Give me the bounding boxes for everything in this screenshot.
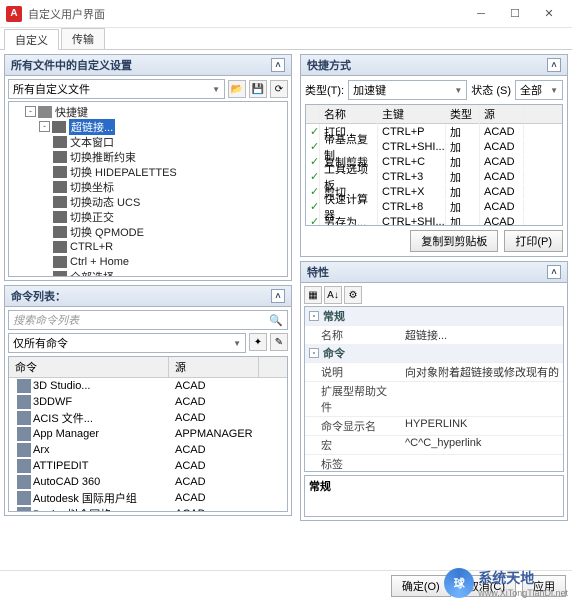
shortcut-tree[interactable]: -快捷键 -超链接... 文本窗口 切换推断约束 切换 HIDEPALETTES…	[8, 101, 288, 277]
key-icon	[53, 256, 67, 268]
panel-title: 所有文件中的自定义设置	[11, 57, 132, 73]
cmd-icon	[17, 491, 31, 505]
command-search-input[interactable]: 搜索命令列表🔍	[8, 310, 288, 330]
key-icon	[53, 271, 67, 278]
type-label: 类型(T):	[305, 82, 344, 98]
check-icon: ✓	[306, 199, 320, 214]
check-icon: ✓	[306, 124, 320, 139]
window-title: 自定义用户界面	[28, 6, 464, 22]
cmd-icon	[17, 395, 31, 409]
expand-icon[interactable]: -	[309, 311, 319, 321]
status-dropdown[interactable]: 全部▼	[515, 80, 563, 100]
key-icon	[53, 181, 67, 193]
table-row: ✓另存为...CTRL+SHI...加ACAD	[306, 214, 562, 226]
tree-item-hyperlink[interactable]: 超链接...	[69, 119, 115, 135]
col-name[interactable]: 名称	[320, 105, 378, 123]
refresh-icon[interactable]: ⟳	[270, 80, 288, 98]
cmd-icon	[17, 443, 31, 457]
edit-command-icon[interactable]: ✎	[270, 333, 288, 351]
cmd-icon	[17, 379, 31, 393]
folder-icon	[38, 106, 52, 118]
prop-tool-icon[interactable]: ⚙	[344, 286, 362, 304]
type-dropdown[interactable]: 加速键▼	[348, 80, 467, 100]
tab-bar: 自定义 传输	[0, 28, 572, 50]
check-icon: ✓	[306, 139, 320, 154]
list-item: Autodesk 国际用户组ACAD	[9, 490, 287, 506]
check-icon: ✓	[306, 154, 320, 169]
ok-button[interactable]: 确定(O)	[391, 575, 451, 597]
close-button[interactable]: ✕	[532, 3, 566, 25]
col-type[interactable]: 类型	[446, 105, 480, 123]
list-item: ArxACAD	[9, 442, 287, 458]
collapse-icon[interactable]: ˄	[547, 265, 561, 279]
col-source[interactable]: 源	[169, 357, 259, 377]
panel-title: 特性	[307, 264, 329, 280]
cmd-icon	[17, 411, 31, 425]
panel-command-list: 命令列表： ˄ 搜索命令列表🔍 仅所有命令▼ ✦ ✎ 命令源 3D Studio.…	[4, 285, 292, 516]
copy-to-clipboard-button[interactable]: 复制到剪贴板	[410, 230, 498, 252]
list-item: ACIS 文件...ACAD	[9, 410, 287, 426]
keyboard-icon	[52, 121, 66, 133]
col-command[interactable]: 命令	[9, 357, 169, 377]
key-icon	[53, 241, 67, 253]
search-icon: 🔍	[269, 314, 283, 327]
tab-transfer[interactable]: 传输	[61, 28, 105, 49]
save-file-icon[interactable]: 💾	[249, 80, 267, 98]
check-icon: ✓	[306, 169, 320, 184]
minimize-button[interactable]: ─	[464, 3, 498, 25]
sort-az-icon[interactable]: A↓	[324, 286, 342, 304]
collapse-icon[interactable]: ˄	[547, 58, 561, 72]
shortcut-table[interactable]: 名称主键类型源 ✓打印...CTRL+P加ACAD ✓带基点复制CTRL+SHI…	[305, 104, 563, 226]
list-item: 3DDWFACAD	[9, 394, 287, 410]
collapse-icon[interactable]: ˄	[271, 58, 285, 72]
apply-button[interactable]: 应用	[522, 575, 566, 597]
print-button[interactable]: 打印(P)	[504, 230, 563, 252]
tab-customize[interactable]: 自定义	[4, 29, 59, 50]
property-description: 常规	[304, 475, 564, 517]
list-item: App ManagerAPPMANAGER	[9, 426, 287, 442]
cmd-icon	[17, 459, 31, 473]
file-scope-dropdown[interactable]: 所有自定义文件▼	[8, 79, 225, 99]
list-item: Bezier 拟合网格ACAD	[9, 506, 287, 512]
check-icon: ✓	[306, 214, 320, 226]
status-label: 状态 (S)	[471, 82, 511, 98]
panel-title: 命令列表：	[11, 288, 66, 304]
cmd-icon	[17, 507, 31, 512]
key-icon	[53, 151, 67, 163]
key-icon	[53, 196, 67, 208]
open-file-icon[interactable]: 📂	[228, 80, 246, 98]
key-icon	[53, 226, 67, 238]
key-icon	[53, 166, 67, 178]
dialog-footer: 确定(O) 取消(C) 应用	[0, 570, 572, 600]
maximize-button[interactable]: ☐	[498, 3, 532, 25]
new-command-icon[interactable]: ✦	[249, 333, 267, 351]
categorize-icon[interactable]: ▦	[304, 286, 322, 304]
key-icon	[53, 211, 67, 223]
panel-title: 快捷方式	[307, 57, 351, 73]
panel-shortcuts: 快捷方式˄ 类型(T): 加速键▼ 状态 (S) 全部▼ 名称主键类型源 ✓打印…	[300, 54, 568, 257]
panel-custom-settings: 所有文件中的自定义设置˄ 所有自定义文件▼ 📂 💾 ⟳ -快捷键 -超链接...…	[4, 54, 292, 281]
titlebar: A 自定义用户界面 ─ ☐ ✕	[0, 0, 572, 28]
list-item: 3D Studio...ACAD	[9, 378, 287, 394]
list-item: ATTIPEDITACAD	[9, 458, 287, 474]
col-key[interactable]: 主键	[378, 105, 446, 123]
cancel-button[interactable]: 取消(C)	[457, 575, 516, 597]
check-icon: ✓	[306, 184, 320, 199]
expand-icon[interactable]: -	[39, 121, 50, 132]
command-filter-dropdown[interactable]: 仅所有命令▼	[8, 333, 246, 353]
cmd-icon	[17, 475, 31, 489]
col-source[interactable]: 源	[480, 105, 524, 123]
list-item: AutoCAD 360ACAD	[9, 474, 287, 490]
panel-properties: 特性 ˄ ▦ A↓ ⚙ -常规 名称超链接... -命令 说明向对象附着超链接或修…	[300, 261, 568, 521]
cmd-icon	[17, 427, 31, 441]
collapse-icon[interactable]: ˄	[271, 289, 285, 303]
expand-icon[interactable]: -	[25, 106, 36, 117]
property-grid[interactable]: -常规 名称超链接... -命令 说明向对象附着超链接或修改现有的 扩展型帮助文…	[304, 306, 564, 472]
expand-icon[interactable]: -	[309, 348, 319, 358]
app-logo-icon: A	[6, 6, 22, 22]
key-icon	[53, 136, 67, 148]
command-list[interactable]: 命令源 3D Studio...ACAD 3DDWFACAD ACIS 文件..…	[8, 356, 288, 512]
